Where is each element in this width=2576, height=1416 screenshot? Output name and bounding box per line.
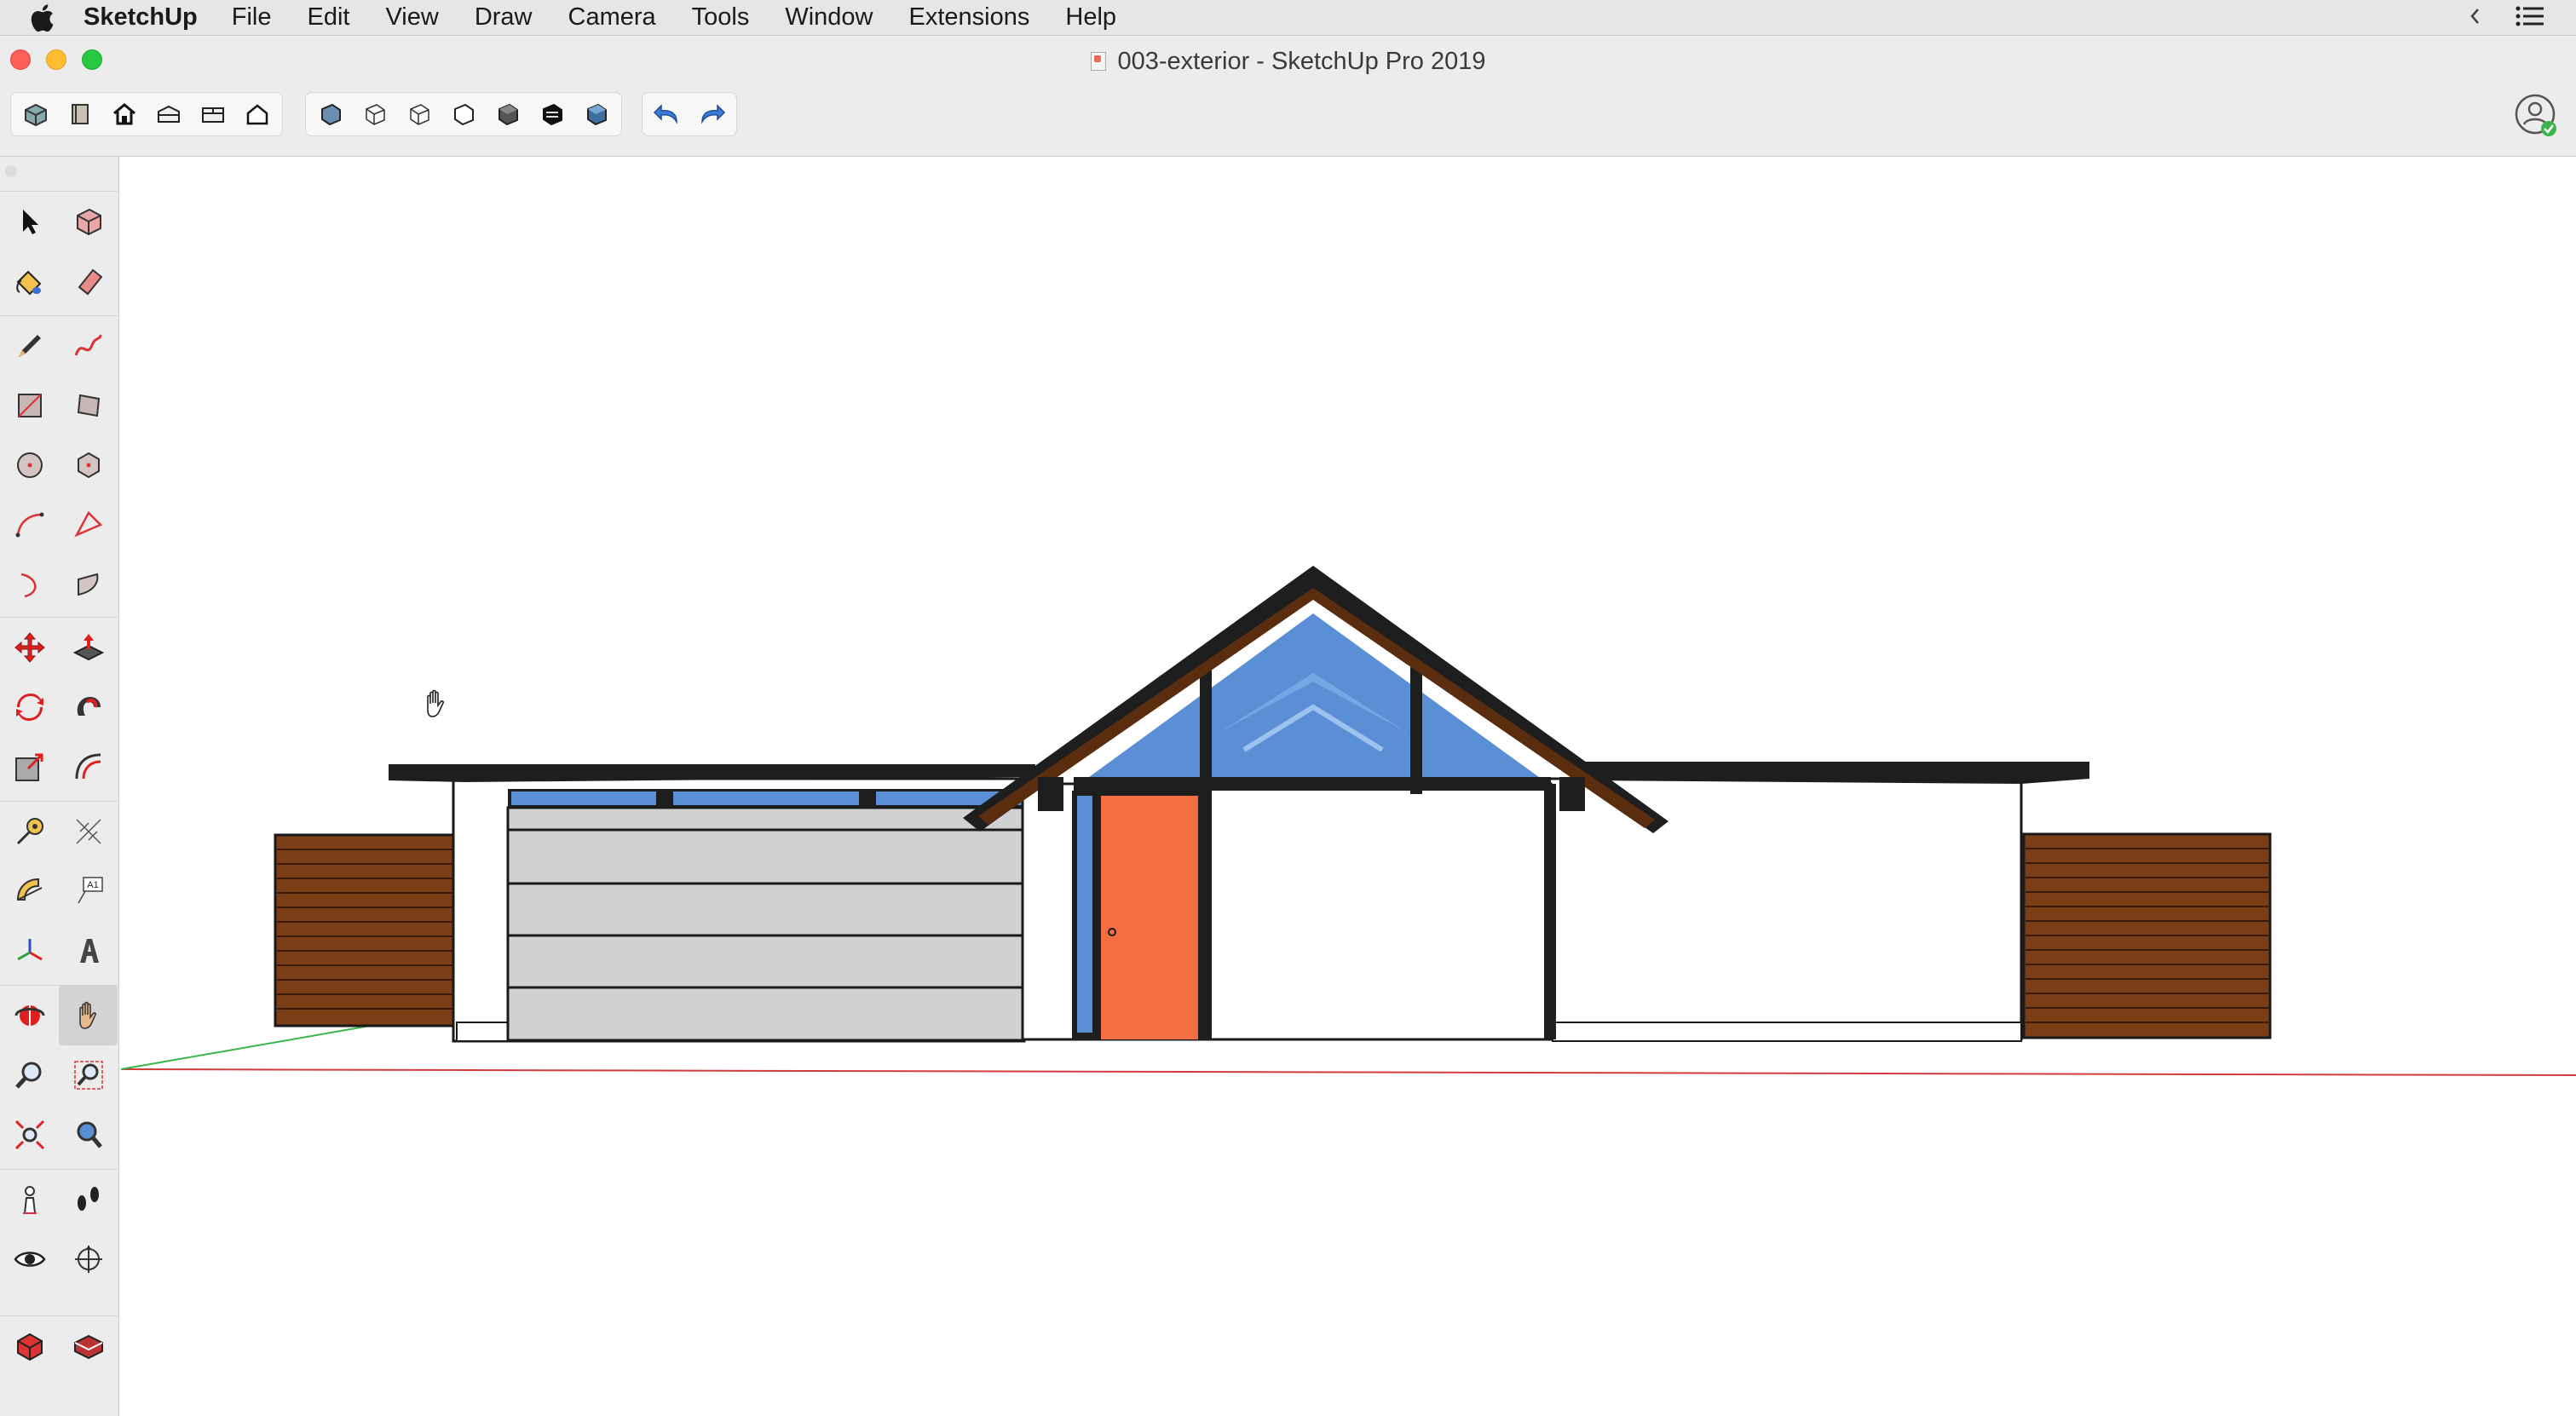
front-view-icon[interactable] <box>238 95 277 133</box>
apple-menu-icon[interactable] <box>0 0 84 36</box>
orbit-icon[interactable] <box>0 986 59 1045</box>
tool-palette: A1 <box>0 157 119 1416</box>
materials-icon[interactable] <box>61 95 100 133</box>
document-icon <box>1090 52 1106 71</box>
right-wood-fence[interactable] <box>2022 832 2272 1039</box>
iso-view-icon[interactable] <box>149 95 188 133</box>
rectangle-icon[interactable] <box>0 376 59 435</box>
menu-app-name[interactable]: SketchUp <box>84 3 198 32</box>
toolbar-group-history <box>642 92 737 136</box>
palette-group-edit <box>0 617 118 797</box>
zoom-window-icon[interactable] <box>59 1045 118 1105</box>
3d-text-icon[interactable] <box>59 921 118 981</box>
red-axis <box>120 1068 2576 1076</box>
offset-icon[interactable] <box>59 737 118 797</box>
components-icon[interactable] <box>16 95 55 133</box>
rotate-icon[interactable] <box>0 677 59 737</box>
warehouse-3d-icon[interactable] <box>0 1316 59 1376</box>
move-icon[interactable] <box>0 618 59 677</box>
left-wing[interactable] <box>389 764 1035 1043</box>
dimension-icon[interactable] <box>59 802 118 861</box>
push-pull-icon[interactable] <box>59 618 118 677</box>
list-menu-icon[interactable] <box>2515 4 2545 32</box>
palette-group-principal <box>0 191 118 311</box>
palette-group-camera <box>0 985 118 1165</box>
title-bar: 003-exterior - SketchUp Pro 2019 <box>0 36 2576 85</box>
wireframe-style-icon[interactable] <box>355 95 395 133</box>
window-title-text: 003-exterior - SketchUp Pro 2019 <box>1117 48 1486 75</box>
eraser-icon[interactable] <box>59 251 118 311</box>
pencil-line-icon[interactable] <box>0 316 59 376</box>
xray-style-icon[interactable] <box>311 95 350 133</box>
follow-me-icon[interactable] <box>59 677 118 737</box>
three-point-arc-icon[interactable] <box>0 555 59 614</box>
menu-camera[interactable]: Camera <box>568 3 656 32</box>
previous-view-icon[interactable] <box>59 1105 118 1165</box>
freehand-icon[interactable] <box>59 316 118 376</box>
toolbar-group-styles <box>305 92 622 136</box>
menu-window[interactable]: Window <box>785 3 873 32</box>
window-title: 003-exterior - SketchUp Pro 2019 <box>0 48 2576 76</box>
arc-icon[interactable] <box>0 495 59 555</box>
walk-icon[interactable] <box>59 1170 118 1229</box>
green-axis <box>120 1024 376 1070</box>
menu-file[interactable]: File <box>232 3 272 32</box>
protractor-icon[interactable] <box>0 861 59 921</box>
monochrome-style-icon[interactable] <box>577 95 616 133</box>
menu-view[interactable]: View <box>385 3 438 32</box>
extension-warehouse-icon[interactable] <box>59 1316 118 1376</box>
pie-icon[interactable] <box>59 555 118 614</box>
pan-cursor-icon <box>427 689 444 717</box>
shaded-textures-icon[interactable] <box>533 95 572 133</box>
hidden-line-style-icon[interactable] <box>400 95 439 133</box>
svg-text:A1: A1 <box>87 880 98 890</box>
shaded-style-icon[interactable] <box>488 95 527 133</box>
palette-close-dot[interactable] <box>5 165 17 177</box>
palette-group-construction: A1 <box>0 801 118 981</box>
zoom-icon[interactable] <box>0 1045 59 1105</box>
pan-icon[interactable] <box>59 986 118 1045</box>
account-icon[interactable] <box>2513 92 2561 140</box>
section-plane-icon[interactable] <box>59 1229 118 1289</box>
toolbar-group-views <box>10 92 283 136</box>
redo-icon[interactable] <box>692 95 731 133</box>
make-component-icon[interactable] <box>59 192 118 251</box>
position-camera-icon[interactable] <box>0 1170 59 1229</box>
axes-icon[interactable] <box>0 921 59 981</box>
house-model[interactable] <box>274 566 2272 1043</box>
palette-group-walkthrough <box>0 1169 118 1289</box>
menu-draw[interactable]: Draw <box>475 3 533 32</box>
select-tool-icon[interactable] <box>0 192 59 251</box>
menu-extensions[interactable]: Extensions <box>909 3 1030 32</box>
palette-group-warehouse <box>0 1315 118 1376</box>
menu-help[interactable]: Help <box>1065 3 1116 32</box>
zoom-extents-icon[interactable] <box>0 1105 59 1165</box>
left-wood-fence[interactable] <box>274 833 456 1027</box>
circle-icon[interactable] <box>0 435 59 495</box>
hidden-line-2-icon[interactable] <box>444 95 483 133</box>
drawing-canvas[interactable] <box>119 157 2576 1416</box>
undo-icon[interactable] <box>648 95 687 133</box>
warehouse-icon[interactable] <box>105 95 144 133</box>
rotated-rectangle-icon[interactable] <box>59 376 118 435</box>
menu-edit[interactable]: Edit <box>308 3 350 32</box>
model-viewport[interactable] <box>119 157 2576 1416</box>
polygon-icon[interactable] <box>59 435 118 495</box>
menu-tools[interactable]: Tools <box>692 3 750 32</box>
chevron-left-icon[interactable] <box>2469 7 2481 30</box>
top-view-icon[interactable] <box>193 95 233 133</box>
two-point-arc-icon[interactable] <box>59 495 118 555</box>
scale-icon[interactable] <box>0 737 59 797</box>
paint-bucket-icon[interactable] <box>0 251 59 311</box>
text-icon[interactable]: A1 <box>59 861 118 921</box>
palette-group-draw <box>0 315 118 614</box>
menu-bar: SketchUp File Edit View Draw Camera Tool… <box>0 0 2576 36</box>
tape-measure-icon[interactable] <box>0 802 59 861</box>
look-around-icon[interactable] <box>0 1229 59 1289</box>
toolbar <box>0 85 2576 157</box>
